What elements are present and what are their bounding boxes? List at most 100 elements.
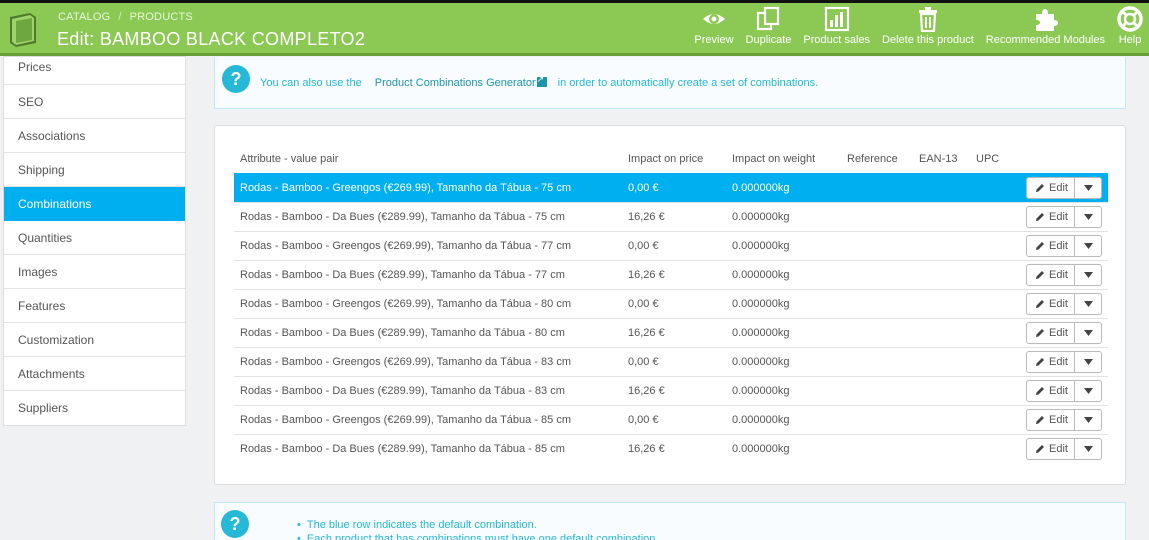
edit-button[interactable]: Edit	[1027, 409, 1075, 430]
breadcrumb-products[interactable]: PRODUCTS	[130, 11, 193, 23]
cell-attribute: Rodas - Bamboo - Da Bues (€289.99), Tama…	[234, 375, 622, 405]
actions-dropdown-toggle[interactable]	[1075, 294, 1101, 314]
cell-reference	[841, 172, 913, 202]
pencil-icon	[1036, 270, 1045, 279]
actions-dropdown-toggle[interactable]	[1075, 439, 1101, 459]
toolbar: Preview Duplicate Product sales Delete t…	[688, 6, 1149, 56]
cell-reference	[841, 288, 913, 318]
cell-impact-price: 0,00 €	[622, 230, 726, 260]
edit-label: Edit	[1049, 268, 1068, 281]
product-tabs-sidebar: Prices SEO Associations Shipping Combina…	[3, 56, 186, 426]
cell-impact-weight: 0.000000kg	[726, 259, 841, 289]
preview-label: Preview	[694, 34, 734, 46]
edit-label: Edit	[1049, 239, 1068, 252]
edit-button[interactable]: Edit	[1027, 380, 1075, 401]
cell-actions: Edit	[1018, 375, 1108, 405]
edit-button[interactable]: Edit	[1027, 264, 1075, 285]
sidebar-item-label: Attachments	[18, 367, 85, 381]
cell-impact-price: 16,26 €	[622, 375, 726, 405]
sidebar-item-suppliers[interactable]: Suppliers	[4, 391, 185, 425]
sidebar-item-features[interactable]: Features	[4, 289, 185, 323]
duplicate-button[interactable]: Duplicate	[740, 6, 798, 56]
actions-dropdown-toggle[interactable]	[1075, 381, 1101, 401]
combinations-generator-link[interactable]: Product Combinations Generator	[375, 74, 547, 89]
edit-button[interactable]: Edit	[1027, 235, 1075, 256]
cell-actions: Edit	[1018, 230, 1108, 260]
sidebar-item-prices[interactable]: Prices	[4, 57, 185, 85]
row-action-group: Edit	[1026, 437, 1102, 460]
cell-reference	[841, 433, 913, 463]
cell-attribute: Rodas - Bamboo - Da Bues (€289.99), Tama…	[234, 433, 622, 463]
row-action-group: Edit	[1026, 176, 1102, 199]
cell-ean13	[913, 259, 970, 289]
col-actions	[1018, 146, 1108, 173]
actions-dropdown-toggle[interactable]	[1075, 410, 1101, 430]
info-suffix: in order to automatically create a set o…	[557, 77, 819, 89]
pencil-icon	[1036, 299, 1045, 308]
recommended-modules-label: Recommended Modules	[985, 34, 1105, 46]
cell-attribute: Rodas - Bamboo - Da Bues (€289.99), Tama…	[234, 259, 622, 289]
edit-label: Edit	[1049, 297, 1068, 310]
actions-dropdown-toggle[interactable]	[1075, 178, 1101, 198]
sidebar-item-images[interactable]: Images	[4, 255, 185, 289]
table-row[interactable]: Rodas - Bamboo - Da Bues (€289.99), Tama…	[234, 317, 1108, 347]
cell-impact-weight: 0.000000kg	[726, 433, 841, 463]
table-row[interactable]: Rodas - Bamboo - Greengos (€269.99), Tam…	[234, 346, 1108, 376]
book-logo-icon	[10, 13, 36, 47]
cell-upc	[970, 172, 1018, 202]
actions-dropdown-toggle[interactable]	[1075, 236, 1101, 256]
breadcrumb-separator: /	[118, 11, 122, 23]
cell-ean13	[913, 317, 970, 347]
table-row[interactable]: Rodas - Bamboo - Da Bues (€289.99), Tama…	[234, 433, 1108, 463]
table-row-default[interactable]: Rodas - Bamboo - Greengos (€269.99), Tam…	[234, 172, 1108, 202]
recommended-modules-button[interactable]: Recommended Modules	[980, 6, 1111, 56]
help-button[interactable]: Help	[1111, 6, 1149, 56]
table-row[interactable]: Rodas - Bamboo - Da Bues (€289.99), Tama…	[234, 259, 1108, 289]
generator-info-alert: ? You can also use the Product Combinati…	[214, 57, 1126, 109]
col-attribute: Attribute - value pair	[240, 153, 339, 166]
col-impact-weight: Impact on weight	[732, 153, 816, 166]
actions-dropdown-toggle[interactable]	[1075, 207, 1101, 227]
product-sales-button[interactable]: Product sales	[797, 6, 876, 56]
table-row[interactable]: Rodas - Bamboo - Greengos (€269.99), Tam…	[234, 230, 1108, 260]
actions-dropdown-toggle[interactable]	[1075, 265, 1101, 285]
cell-ean13	[913, 375, 970, 405]
edit-button[interactable]: Edit	[1027, 293, 1075, 314]
cell-ean13	[913, 404, 970, 434]
edit-button[interactable]: Edit	[1027, 177, 1075, 198]
table-row[interactable]: Rodas - Bamboo - Da Bues (€289.99), Tama…	[234, 201, 1108, 231]
cell-reference	[841, 375, 913, 405]
edit-button[interactable]: Edit	[1027, 322, 1075, 343]
table-row[interactable]: Rodas - Bamboo - Da Bues (€289.99), Tama…	[234, 375, 1108, 405]
edit-label: Edit	[1049, 413, 1068, 426]
cell-attribute: Rodas - Bamboo - Da Bues (€289.99), Tama…	[234, 201, 622, 231]
cell-upc	[970, 230, 1018, 260]
breadcrumb-catalog[interactable]: CATALOG	[58, 11, 110, 23]
table-row[interactable]: Rodas - Bamboo - Greengos (€269.99), Tam…	[234, 404, 1108, 434]
edit-button[interactable]: Edit	[1027, 206, 1075, 227]
edit-button[interactable]: Edit	[1027, 438, 1075, 459]
cell-impact-price: 16,26 €	[622, 433, 726, 463]
sidebar-item-shipping[interactable]: Shipping	[4, 153, 185, 187]
actions-dropdown-toggle[interactable]	[1075, 323, 1101, 343]
row-action-group: Edit	[1026, 321, 1102, 344]
sidebar-item-attachments[interactable]: Attachments	[4, 357, 185, 391]
caret-down-icon	[1083, 271, 1093, 278]
cell-reference	[841, 201, 913, 231]
sidebar-item-seo[interactable]: SEO	[4, 85, 185, 119]
edit-label: Edit	[1049, 210, 1068, 223]
sidebar-item-quantities[interactable]: Quantities	[4, 221, 185, 255]
pencil-icon	[1036, 386, 1045, 395]
cell-impact-price: 0,00 €	[622, 172, 726, 202]
sidebar-item-associations[interactable]: Associations	[4, 119, 185, 153]
actions-dropdown-toggle[interactable]	[1075, 352, 1101, 372]
puzzle-icon	[1036, 9, 1059, 31]
cell-impact-price: 0,00 €	[622, 404, 726, 434]
preview-button[interactable]: Preview	[688, 6, 739, 56]
edit-button[interactable]: Edit	[1027, 351, 1075, 372]
delete-product-button[interactable]: Delete this product	[876, 6, 980, 56]
breadcrumb: CATALOG / PRODUCTS	[58, 11, 193, 23]
sidebar-item-combinations[interactable]: Combinations	[4, 187, 185, 221]
table-row[interactable]: Rodas - Bamboo - Greengos (€269.99), Tam…	[234, 288, 1108, 318]
sidebar-item-customization[interactable]: Customization	[4, 323, 185, 357]
